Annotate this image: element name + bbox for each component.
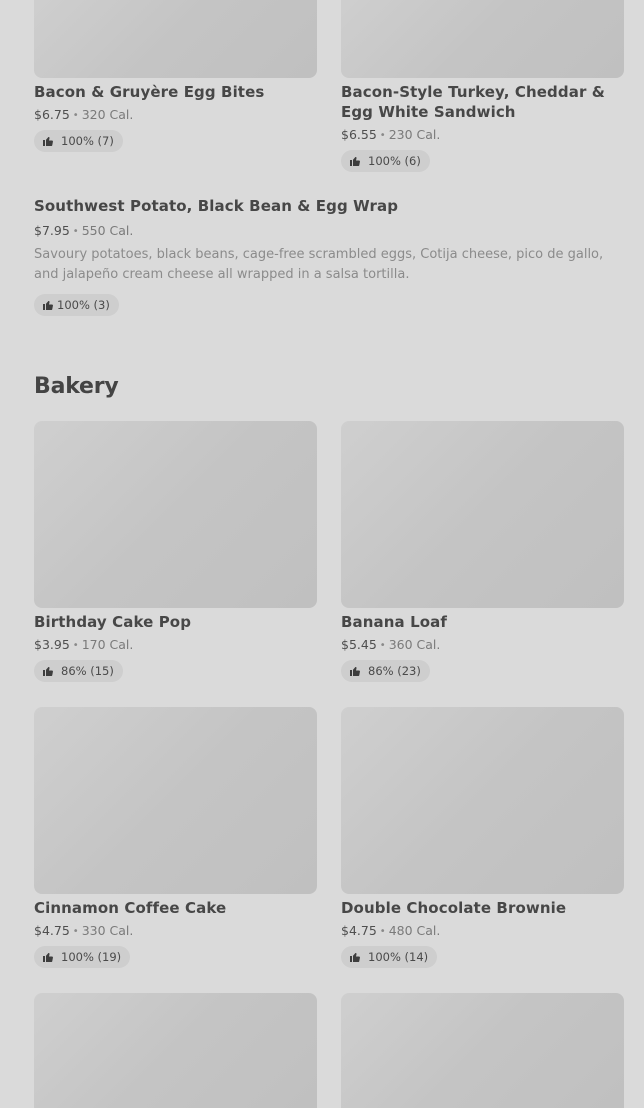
item-price: $4.75 <box>34 923 70 938</box>
item-calories: 550 Cal. <box>81 223 134 238</box>
item-name[interactable]: Southwest Potato, Black Bean & Egg Wrap <box>34 196 398 216</box>
item-image[interactable] <box>34 421 317 608</box>
section-title-bakery: Bakery <box>34 374 119 399</box>
item-price: $6.75 <box>34 107 70 122</box>
rating-badge: 86% (15) <box>34 660 123 682</box>
item-price: $6.55 <box>341 127 377 142</box>
item-calories: 170 Cal. <box>81 637 134 652</box>
item-calories: 330 Cal. <box>81 923 134 938</box>
item-price-calories: $6.55 • 230 Cal. <box>341 127 440 145</box>
rating-badge: 100% (7) <box>34 130 123 152</box>
rating-badge: 100% (19) <box>34 946 131 968</box>
item-price-calories: $4.75 • 330 Cal. <box>34 923 133 941</box>
item-image[interactable] <box>34 0 317 78</box>
separator-dot: • <box>379 640 386 651</box>
item-price: $4.75 <box>341 923 377 938</box>
thumbs-up-icon <box>43 667 53 676</box>
rating-text: 86% (15) <box>61 664 114 678</box>
separator-dot: • <box>72 226 79 237</box>
thumbs-up-icon <box>43 137 53 146</box>
item-image[interactable] <box>34 993 317 1108</box>
rating-text: 100% (7) <box>61 134 114 148</box>
rating-text: 100% (3) <box>57 298 110 312</box>
item-description: Savoury potatoes, black beans, cage-free… <box>34 247 604 282</box>
separator-dot: • <box>72 110 79 121</box>
item-calories: 480 Cal. <box>388 923 441 938</box>
item-image[interactable] <box>341 707 624 894</box>
item-name[interactable]: Cinnamon Coffee Cake <box>34 898 226 918</box>
rating-text: 100% (14) <box>368 950 429 964</box>
item-name[interactable]: Birthday Cake Pop <box>34 612 191 632</box>
thumbs-up-icon <box>350 667 360 676</box>
item-price: $7.95 <box>34 223 70 238</box>
item-name[interactable]: Double Chocolate Brownie <box>341 898 566 918</box>
rating-badge: 100% (14) <box>341 946 438 968</box>
separator-dot: • <box>72 640 79 651</box>
item-image[interactable] <box>341 993 624 1108</box>
rating-badge: 100% (6) <box>341 150 430 172</box>
item-price: $5.45 <box>341 637 377 652</box>
item-price-calories: $7.95 • 550 Cal. <box>34 223 133 241</box>
thumbs-up-icon <box>350 953 360 962</box>
thumbs-up-icon <box>43 953 53 962</box>
rating-text: 86% (23) <box>368 664 421 678</box>
rating-badge: 86% (23) <box>341 660 430 682</box>
separator-dot: • <box>379 926 386 937</box>
rating-text: 100% (6) <box>368 154 421 168</box>
item-price-calories: $4.75 • 480 Cal. <box>341 923 440 941</box>
item-name[interactable]: Bacon-Style Turkey, Cheddar & Egg White … <box>341 82 621 122</box>
item-price: $3.95 <box>34 637 70 652</box>
item-calories: 360 Cal. <box>388 637 441 652</box>
item-price-calories: $5.45 • 360 Cal. <box>341 637 440 655</box>
thumbs-up-icon <box>350 157 360 166</box>
rating-badge: 100% (3) <box>34 294 119 316</box>
separator-dot: • <box>72 926 79 937</box>
item-calories: 230 Cal. <box>388 127 441 142</box>
thumbs-up-icon <box>43 301 53 310</box>
item-image[interactable] <box>341 421 624 608</box>
rating-text: 100% (19) <box>61 950 122 964</box>
item-name[interactable]: Bacon & Gruyère Egg Bites <box>34 82 264 102</box>
item-price-calories: $6.75 • 320 Cal. <box>34 107 133 125</box>
item-name[interactable]: Banana Loaf <box>341 612 447 632</box>
item-image[interactable] <box>34 707 317 894</box>
item-calories: 320 Cal. <box>81 107 134 122</box>
separator-dot: • <box>379 130 386 141</box>
item-image[interactable] <box>341 0 624 78</box>
item-price-calories: $3.95 • 170 Cal. <box>34 637 133 655</box>
